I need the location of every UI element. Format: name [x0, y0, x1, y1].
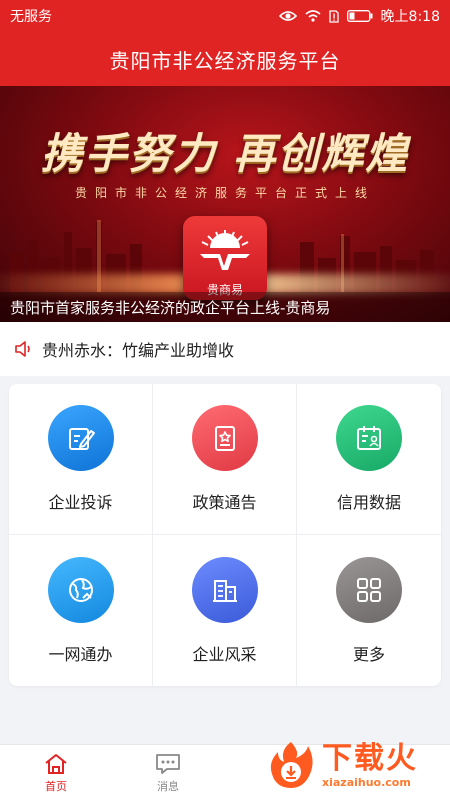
- more-icon-circle: [336, 556, 402, 623]
- status-bar: 无服务 晚上8:18: [0, 0, 450, 32]
- watermark-title: 下载火: [322, 740, 418, 776]
- app-logo-tile: 贵商易: [183, 216, 267, 300]
- battery-icon: [346, 10, 373, 22]
- service-label: 一网通办: [48, 644, 113, 664]
- service-policy[interactable]: 政策通告: [153, 384, 297, 535]
- time-text: 晚上8:18: [380, 9, 440, 25]
- banner-caption: 贵阳市首家服务非公经济的政企平台上线-贵商易: [0, 292, 450, 322]
- wifi-icon: [305, 10, 321, 22]
- policy-icon-circle: [191, 405, 258, 471]
- calendar-user-icon: [357, 426, 381, 450]
- news-ticker-text: 贵州赤水：竹编产业助增收: [42, 341, 235, 360]
- tab-label: 首页: [45, 779, 67, 793]
- carrier-text: 无服务: [10, 9, 52, 25]
- service-label: 企业投诉: [48, 493, 113, 512]
- service-showcase[interactable]: 企业风采: [153, 535, 297, 686]
- tab-label: 消息: [157, 779, 179, 793]
- showcase-icon-circle: [191, 556, 258, 623]
- tab-messages[interactable]: 消息: [112, 745, 224, 800]
- banner-subline: 贵阳市非公经济服务平台正式上线: [74, 186, 375, 200]
- app-bar: 贵阳市非公经济服务平台: [0, 32, 450, 86]
- message-icon: [156, 753, 180, 774]
- service-credit[interactable]: 信用数据: [297, 384, 441, 535]
- banner-carousel[interactable]: 携手努力 再创辉煌 贵阳市非公经济服务平台正式上线 贵商易 贵阳市首家服务非公经…: [0, 86, 450, 322]
- service-more[interactable]: 更多: [297, 535, 441, 686]
- document-star-icon: [214, 426, 235, 451]
- service-label: 信用数据: [336, 493, 401, 512]
- service-label: 更多: [352, 644, 385, 664]
- tab-home[interactable]: 首页: [0, 745, 112, 800]
- buildings-icon: [212, 579, 237, 602]
- status-icons: 晚上8:18: [278, 6, 440, 26]
- globe-icon: [68, 577, 93, 602]
- sim-alert-icon: [328, 9, 339, 23]
- service-label: 政策通告: [192, 493, 257, 512]
- speaker-icon: [15, 341, 30, 357]
- eye-icon: [278, 11, 297, 21]
- site-watermark: 下载火 xiazaihuo.com: [264, 734, 444, 796]
- page-title: 贵阳市非公经济服务平台: [109, 48, 341, 73]
- service-label: 企业风采: [192, 644, 257, 664]
- complaint-icon-circle: [47, 405, 114, 471]
- service-one-stop[interactable]: 一网通办: [9, 535, 153, 686]
- service-complaint[interactable]: 企业投诉: [9, 384, 153, 535]
- sunrise-logo-icon: [200, 230, 250, 270]
- one-stop-icon-circle: [47, 556, 114, 623]
- service-grid: 企业投诉 政策通告 信用数据 一网通办 企业风采 更多: [9, 384, 441, 686]
- grid-more-icon: [357, 577, 381, 602]
- news-ticker[interactable]: 贵州赤水：竹编产业助增收: [0, 322, 450, 376]
- credit-icon-circle: [336, 405, 402, 471]
- watermark-url: xiazaihuo.com: [322, 775, 411, 789]
- edit-icon: [68, 428, 95, 450]
- flame-logo-icon: [264, 738, 318, 792]
- banner-slogan: 携手努力 再创辉煌: [40, 129, 410, 178]
- home-icon: [45, 753, 67, 774]
